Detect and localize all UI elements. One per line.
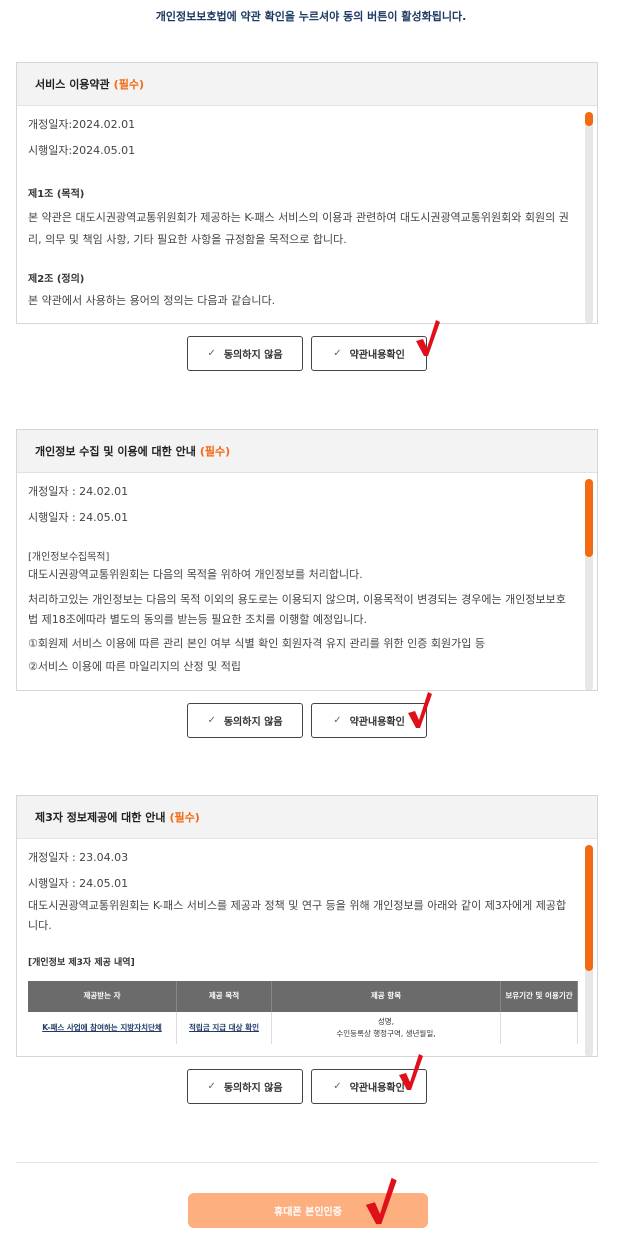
panel-header: 서비스 이용약관 (필수) bbox=[17, 63, 597, 106]
red-check-mark-icon bbox=[399, 1054, 423, 1090]
terms-of-service-panel: 서비스 이용약관 (필수) 개정일자:2024.02.01 시행일자:2024.0… bbox=[16, 62, 598, 324]
effective-date: 시행일자:2024.05.01 bbox=[28, 143, 136, 157]
view-terms-button[interactable]: ✓ 약관내용확인 bbox=[311, 336, 427, 371]
scrollbar[interactable] bbox=[585, 845, 593, 1056]
third-party-provision-panel: 제3자 정보제공에 대한 안내 (필수) 개정일자 : 23.04.03 시행일자… bbox=[16, 795, 598, 1057]
revision-date: 개정일자 : 23.04.03 bbox=[28, 851, 129, 864]
button-label: 약관내용확인 bbox=[349, 717, 405, 728]
section-text: 대도시권광역교통위원회는 다음의 목적을 위하여 개인정보를 처리합니다. bbox=[28, 568, 363, 582]
check-icon: ✓ bbox=[207, 715, 216, 726]
disagree-button[interactable]: ✓ 동의하지 않음 bbox=[187, 336, 303, 371]
effective-date: 시행일자 : 24.05.01 bbox=[28, 510, 129, 524]
purpose-link[interactable]: 적립금 지급 대상 확인 bbox=[189, 1023, 259, 1032]
terms-content[interactable]: 개정일자:2024.02.01 시행일자:2024.05.01 제1조 (목적)… bbox=[17, 106, 597, 323]
button-label: 동의하지 않음 bbox=[223, 717, 283, 728]
disagree-button[interactable]: ✓ 동의하지 않음 bbox=[187, 1069, 303, 1104]
check-icon: ✓ bbox=[333, 348, 342, 359]
scrollbar[interactable] bbox=[585, 112, 593, 323]
divider bbox=[16, 1162, 598, 1163]
check-icon: ✓ bbox=[333, 1081, 342, 1092]
table-cell bbox=[500, 1012, 578, 1045]
button-label: 약관내용확인 bbox=[349, 350, 405, 361]
privacy-collection-panel: 개인정보 수집 및 이용에 대한 안내 (필수) 개정일자 : 24.02.01 … bbox=[16, 429, 598, 691]
revision-date: 개정일자:2024.02.01 bbox=[28, 118, 136, 131]
section-text: ②서비스 이용에 따른 마일리지의 산정 및 적립 bbox=[28, 660, 241, 674]
button-label: 동의하지 않음 bbox=[223, 350, 283, 361]
table-row: K-패스 사업에 참여하는 지방자치단체 적립금 지급 대상 확인 성명, 수인등… bbox=[28, 1012, 578, 1045]
scrollbar-thumb[interactable] bbox=[585, 479, 593, 557]
table-header: 제공받는 자 bbox=[28, 981, 177, 1013]
scrollbar[interactable] bbox=[585, 479, 593, 690]
consent-notice: 개인정보보호법에 약관 확인을 누르셔야 동의 버튼이 활성화됩니다. bbox=[155, 10, 467, 23]
scrollbar-thumb[interactable] bbox=[585, 845, 593, 971]
provision-table: 제공받는 자 제공 목적 제공 항목 보유기간 및 이용기간 K-패스 사업에 … bbox=[28, 981, 578, 1045]
table-header: 보유기간 및 이용기간 bbox=[500, 981, 578, 1013]
section-text: ①회원제 서비스 이용에 따른 관리 본인 여부 식별 확인 회원자격 유지 관… bbox=[28, 636, 485, 650]
required-badge: (필수) bbox=[169, 811, 200, 824]
required-badge: (필수) bbox=[113, 78, 144, 91]
section-heading: [개인정보 제3자 제공 내역] bbox=[28, 957, 135, 968]
red-check-mark-icon bbox=[408, 692, 432, 728]
panel-header: 개인정보 수집 및 이용에 대한 안내 (필수) bbox=[17, 430, 597, 473]
disagree-button[interactable]: ✓ 동의하지 않음 bbox=[187, 703, 303, 738]
section-text: 처리하고있는 개인정보는 다음의 목적 이외의 용도로는 이용되지 않으며, 이… bbox=[28, 593, 566, 626]
article-text: 본 약관에서 사용하는 용어의 정의는 다음과 같습니다. bbox=[28, 294, 276, 308]
revision-date: 개정일자 : 24.02.01 bbox=[28, 485, 129, 498]
article-heading: 제2조 (정의) bbox=[28, 274, 85, 286]
panel-title: 서비스 이용약관 bbox=[35, 78, 110, 91]
panel-title: 개인정보 수집 및 이용에 대한 안내 bbox=[35, 445, 196, 458]
table-header: 제공 항목 bbox=[271, 981, 501, 1013]
section-text: 대도시권광역교통위원회는 K-패스 서비스를 제공과 정책 및 연구 등을 위해… bbox=[28, 899, 567, 933]
scrollbar-thumb[interactable] bbox=[585, 112, 593, 126]
effective-date: 시행일자 : 24.05.01 bbox=[28, 876, 129, 890]
table-cell: 성명, 수인등록상 행정구역, 생년월일, bbox=[271, 1012, 501, 1045]
panel-title: 제3자 정보제공에 대한 안내 bbox=[35, 811, 166, 824]
check-icon: ✓ bbox=[333, 715, 342, 726]
panel-header: 제3자 정보제공에 대한 안내 (필수) bbox=[17, 796, 597, 839]
button-label: 동의하지 않음 bbox=[223, 1083, 283, 1094]
required-badge: (필수) bbox=[199, 445, 231, 458]
check-icon: ✓ bbox=[207, 348, 216, 359]
article-text: 본 약관은 대도시권광역교통위원회가 제공하는 K-패스 서비스의 이용과 관련… bbox=[28, 211, 569, 247]
privacy-content[interactable]: 개정일자 : 24.02.01 시행일자 : 24.05.01 [개인정보수집목… bbox=[17, 473, 597, 690]
section-heading: [개인정보수집목적] bbox=[28, 552, 110, 564]
article-heading: 제1조 (목적) bbox=[28, 189, 85, 201]
provided-item: 수인등록상 행정구역, 생년월일, bbox=[336, 1029, 436, 1039]
third-party-content[interactable]: 개정일자 : 23.04.03 시행일자 : 24.05.01 대도시권광역교통… bbox=[17, 839, 597, 1056]
red-check-mark-icon bbox=[365, 1177, 397, 1225]
table-header: 제공 목적 bbox=[176, 981, 272, 1013]
provided-item: 성명, bbox=[377, 1016, 395, 1026]
table-cell: K-패스 사업에 참여하는 지방자치단체 bbox=[28, 1012, 177, 1045]
red-check-mark-icon bbox=[416, 320, 440, 356]
recipient-link[interactable]: K-패스 사업에 참여하는 지방자치단체 bbox=[42, 1023, 162, 1032]
check-icon: ✓ bbox=[207, 1081, 216, 1092]
table-cell: 적립금 지급 대상 확인 bbox=[176, 1012, 272, 1045]
